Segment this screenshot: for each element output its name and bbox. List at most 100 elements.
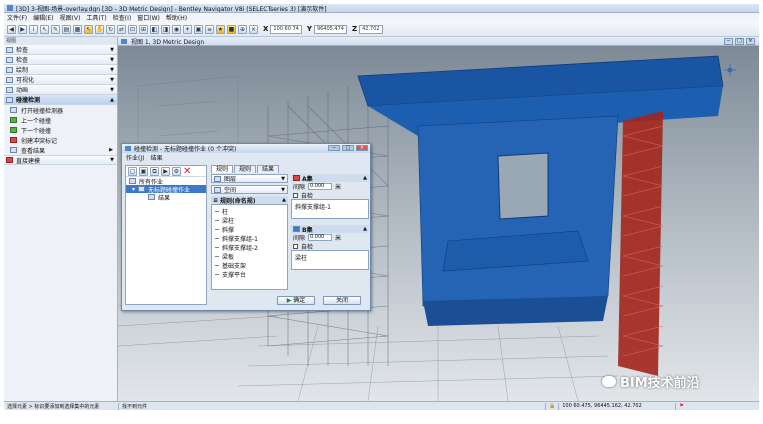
info-icon[interactable]: i — [29, 24, 38, 34]
menu-inspect[interactable]: 检查(I) — [113, 13, 131, 22]
ok-button[interactable]: ▶ 确定 — [277, 296, 315, 305]
menu-edit[interactable]: 编辑(E) — [33, 13, 53, 22]
level-icon — [214, 175, 221, 182]
menu-file[interactable]: 文件(F) — [7, 13, 27, 22]
x-coordinate-field[interactable]: 100 60 74 — [270, 24, 302, 34]
dialog-buttons: ▶ 确定 关闭 — [277, 296, 361, 305]
item-next-clash[interactable]: 下一个碰撞 — [4, 125, 117, 135]
item-view-results[interactable]: 查看结果 ▶ — [4, 145, 117, 155]
set-b-self-check[interactable]: 自检 — [291, 242, 369, 251]
list-icon: ≡ — [213, 196, 219, 204]
y-coordinate-field[interactable]: 96405.474 — [313, 24, 347, 34]
chevron-down-icon: ▼ — [110, 157, 114, 163]
dialog-close-button[interactable]: × — [356, 145, 368, 151]
forward-icon[interactable]: ▶ — [18, 24, 27, 34]
display-style-icon[interactable]: ▣ — [194, 24, 203, 34]
tab-rules-2[interactable]: 规则 — [234, 165, 257, 173]
title-bar: [3D] 3-视图-场景-overlay.dgn [3D - 3D Metric… — [4, 4, 759, 13]
rotate-icon[interactable]: ↻ — [106, 24, 115, 34]
list-item[interactable]: 柱 — [212, 207, 287, 216]
close-view-button[interactable]: × — [746, 38, 755, 45]
level-dropdown[interactable]: 图层 ▼ — [211, 174, 288, 183]
checkbox-icon[interactable] — [293, 243, 298, 249]
set-a-header[interactable]: A集 ▲ — [291, 174, 369, 183]
list-item[interactable]: 斜撑支撑组-1 — [295, 204, 331, 211]
divider — [118, 402, 119, 410]
view-previous-icon[interactable]: ◧ — [150, 24, 159, 34]
fit-view-icon[interactable]: ⊞ — [139, 24, 148, 34]
conditions-header[interactable]: ≡ 规则(命名规) ▲ — [211, 196, 288, 205]
section-animation[interactable]: 动画 ▼ — [4, 85, 117, 95]
dialog-maximize-button[interactable]: □ — [342, 145, 354, 151]
section-direct-modeling[interactable]: 直接建模 ▼ — [4, 155, 117, 165]
list-item[interactable]: 斜撑支撑组-2 — [212, 243, 287, 252]
delete-icon[interactable]: ✕ — [183, 166, 191, 176]
results-icon — [10, 147, 17, 153]
space-dropdown[interactable]: 空间 ▼ — [211, 185, 288, 194]
minimize-button[interactable]: − — [724, 38, 733, 45]
chevron-down-icon: ▼ — [110, 56, 114, 63]
checkbox-icon[interactable] — [293, 192, 298, 198]
dialog-minimize-button[interactable]: − — [328, 145, 340, 151]
item-previous-clash[interactable]: 上一个碰撞 — [4, 115, 117, 125]
set-a-gap-input[interactable]: 0.000 — [308, 183, 333, 190]
list-item[interactable]: 斜撑支撑组-1 — [212, 234, 287, 243]
maximize-button[interactable]: □ — [735, 38, 744, 45]
bookmark-icon[interactable]: ▤ — [62, 24, 71, 34]
section-visualize[interactable]: 可视化 ▼ — [4, 75, 117, 85]
highlight-icon[interactable]: ★ — [216, 24, 225, 34]
camera-icon[interactable]: ◉ — [172, 24, 181, 34]
copy-icon[interactable]: ⧉ — [150, 166, 159, 176]
list-item[interactable]: 梁板 — [212, 252, 287, 261]
item-open-clash-detector[interactable]: 打开碰撞检测器 — [4, 105, 117, 115]
list-item[interactable]: 支撑平台 — [212, 270, 287, 279]
menu-window[interactable]: 窗口(W) — [137, 13, 160, 22]
section-draw[interactable]: 绘制 ▼ — [4, 65, 117, 75]
view-next-icon[interactable]: ◨ — [161, 24, 170, 34]
dialog-menu-job[interactable]: 作业(J) — [126, 153, 144, 162]
new-job-icon[interactable]: ▢ — [128, 166, 137, 176]
zoom-window-icon[interactable]: ⊡ — [128, 24, 137, 34]
view-icon — [121, 38, 127, 44]
tab-results[interactable]: 结果 — [257, 165, 280, 173]
z-coordinate-field[interactable]: 42.702 — [359, 24, 383, 34]
close-button[interactable]: 关闭 — [323, 296, 361, 305]
pan-icon[interactable]: ✋ — [95, 24, 104, 34]
select-icon[interactable]: ↖ — [40, 24, 49, 34]
save-icon[interactable]: ▣ — [139, 166, 148, 176]
list-item[interactable]: 斜撑 — [212, 225, 287, 234]
markup-icon[interactable]: ■ — [227, 24, 236, 34]
dialog-menu-results[interactable]: 结果 — [150, 153, 162, 162]
list-item[interactable]: 基础支架 — [212, 261, 287, 270]
walk-icon[interactable]: ⇄ — [117, 24, 126, 34]
close-icon[interactable]: × — [249, 24, 258, 34]
measure-icon[interactable]: ✎ — [51, 24, 60, 34]
back-icon[interactable]: ◀ — [7, 24, 16, 34]
run-icon[interactable]: ▶ — [161, 166, 170, 176]
section-check[interactable]: 检查 ▼ — [4, 55, 117, 65]
tree-node-results[interactable]: 结果 — [126, 193, 206, 202]
view-title: 视图 1, 3D Metric Design — [131, 38, 205, 46]
dialog-title-bar: 碰撞检测 - 无标题碰撞作业 (0 个冲突) − □ × — [122, 144, 370, 153]
set-b-gap-input[interactable]: 0.000 — [308, 234, 333, 241]
settings-icon[interactable]: ⚙ — [172, 166, 181, 176]
tab-rules[interactable]: 规则 — [211, 165, 234, 173]
target-icon[interactable]: ⊕ — [238, 24, 247, 34]
flag-icon[interactable]: ⚑ — [679, 403, 683, 409]
list-item[interactable]: 梁柱 — [212, 216, 287, 225]
grid-icon[interactable]: ▦ — [73, 24, 82, 34]
menu-help[interactable]: 帮助(H) — [166, 13, 187, 22]
level-icon[interactable]: ≡ — [205, 24, 214, 34]
render-icon[interactable]: ☀ — [183, 24, 192, 34]
menu-tools[interactable]: 工具(T) — [86, 13, 106, 22]
item-create-markup[interactable]: 创建冲突标记 — [4, 135, 117, 145]
set-b-header[interactable]: B集 ▲ — [291, 225, 369, 234]
menu-view[interactable]: 视图(V) — [60, 13, 81, 22]
lock-icon[interactable]: 🔒 — [549, 403, 555, 409]
list-item[interactable]: 梁柱 — [295, 255, 307, 262]
panel-header: 视图 — [4, 37, 117, 45]
pointer-icon[interactable]: ↖ — [84, 24, 93, 34]
set-a-self-check[interactable]: 自检 — [291, 191, 369, 200]
section-clash-detection[interactable]: 碰撞检测 ▲ — [4, 95, 117, 105]
section-inspect[interactable]: 检查 ▼ — [4, 45, 117, 55]
